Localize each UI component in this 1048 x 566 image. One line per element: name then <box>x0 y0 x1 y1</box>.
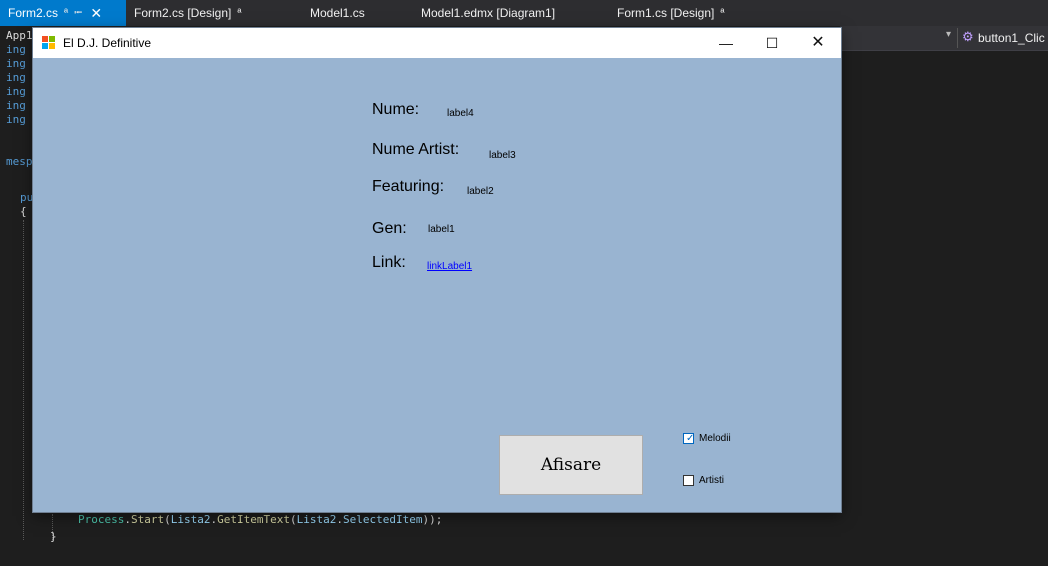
method-icon: ⚙ <box>962 29 974 44</box>
minimize-button[interactable]: — <box>703 28 749 58</box>
nume-artist-value: label3 <box>489 150 516 161</box>
tab-label: Form2.cs <box>8 6 59 20</box>
code-namespace: mesp <box>6 155 33 168</box>
code-gutter-app: App1 <box>6 29 33 42</box>
tab-label: Form2.cs [Design] <box>134 6 232 20</box>
featuring-value: label2 <box>467 186 494 197</box>
code-closing-brace: } <box>50 530 57 543</box>
nume-label: Nume: <box>372 101 420 118</box>
close-button[interactable]: ✕ <box>795 28 841 58</box>
tab-form2-design[interactable]: Form2.cs [Design] ª <box>126 0 302 26</box>
document-tab-bar: Form2.cs ª ⭰ ✕ Form2.cs [Design] ª Model… <box>0 0 1048 26</box>
nume-artist-label: Nume Artist: <box>372 141 460 158</box>
indent-guide <box>23 220 24 540</box>
link-label: Link: <box>372 254 406 271</box>
check-icon: ✓ <box>686 433 695 444</box>
code-line-process-start: Process.Start(Lista2.GetItemText(Lista2.… <box>78 513 443 526</box>
code-public: pu <box>20 191 34 204</box>
window-titlebar[interactable]: El D.J. Definitive — ☐ ✕ <box>33 28 841 58</box>
close-icon[interactable]: ✕ <box>90 5 102 22</box>
window-title: El D.J. Definitive <box>63 36 152 50</box>
afisare-button[interactable]: Afisare <box>499 435 643 495</box>
code-using: ing <box>6 99 26 112</box>
tab-label: Model1.cs <box>310 6 365 20</box>
maximize-button[interactable]: ☐ <box>749 28 795 58</box>
code-using: ing <box>6 85 26 98</box>
featuring-label: Featuring: <box>372 178 445 195</box>
link-value[interactable]: linkLabel1 <box>427 261 472 272</box>
member-dropdown[interactable]: ▾ ⚙ button1_Clic <box>840 26 1048 51</box>
gen-value: label1 <box>428 224 455 235</box>
nume-value: label4 <box>447 108 474 119</box>
divider <box>957 28 958 48</box>
tab-model1-edmx[interactable]: Model1.edmx [Diagram1] <box>413 0 609 26</box>
form-window: El D.J. Definitive — ☐ ✕ Nume: label4 Nu… <box>33 28 841 512</box>
pin-icon[interactable]: ⭰ <box>74 4 82 23</box>
checkbox-label: Melodii <box>699 433 731 444</box>
app-icon <box>42 36 56 50</box>
checkbox-box[interactable]: ✓ <box>683 433 694 444</box>
chevron-down-icon[interactable]: ▾ <box>946 29 951 40</box>
method-name: button1_Clic <box>978 31 1045 45</box>
tab-label: Model1.edmx [Diagram1] <box>421 6 556 20</box>
tab-form1-design[interactable]: Form1.cs [Design] ª <box>609 0 732 26</box>
code-using: ing <box>6 43 26 56</box>
tab-form2-cs[interactable]: Form2.cs ª ⭰ ✕ <box>0 0 126 26</box>
lock-icon: ª <box>64 7 69 19</box>
code-using: ing <box>6 113 26 126</box>
code-brace: { <box>20 205 27 218</box>
artisti-checkbox[interactable]: Artisti <box>683 475 724 486</box>
melodii-checkbox[interactable]: ✓ Melodii <box>683 433 731 444</box>
tab-label: Form1.cs [Design] <box>617 6 715 20</box>
tab-model1-cs[interactable]: Model1.cs <box>302 0 413 26</box>
visual-studio-ide: Form2.cs ª ⭰ ✕ Form2.cs [Design] ª Model… <box>0 0 1048 566</box>
code-using: ing <box>6 57 26 70</box>
gen-label: Gen: <box>372 220 407 237</box>
checkbox-box[interactable] <box>683 475 694 486</box>
checkbox-label: Artisti <box>699 475 724 486</box>
lock-icon: ª <box>720 7 725 19</box>
code-using: ing <box>6 71 26 84</box>
lock-icon: ª <box>237 7 242 19</box>
